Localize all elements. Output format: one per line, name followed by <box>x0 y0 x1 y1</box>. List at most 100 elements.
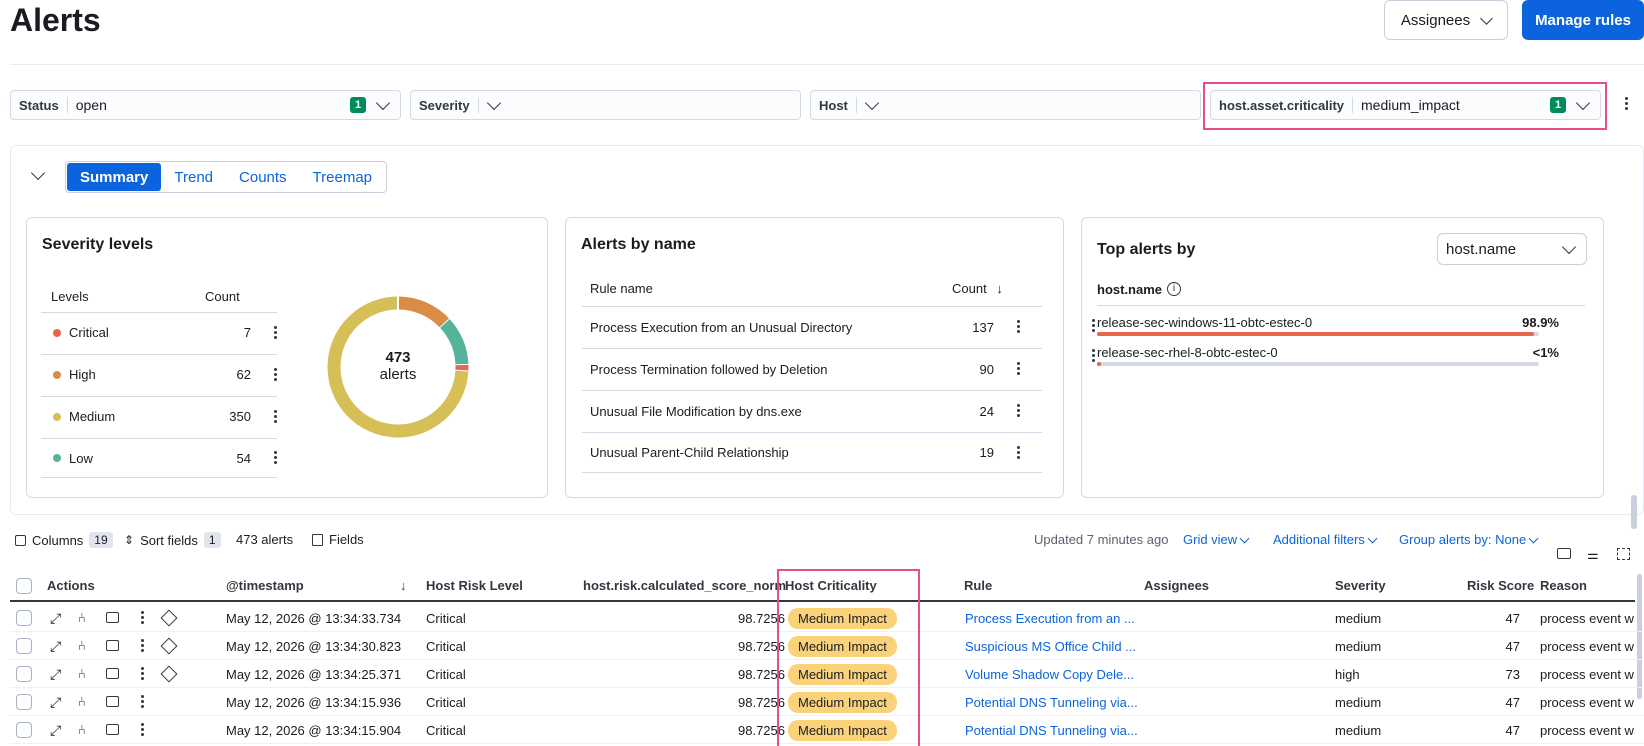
chevron-down-icon <box>486 95 501 111</box>
critical-dot <box>53 328 61 337</box>
cell-rule-link[interactable]: Potential DNS Tunneling via... <box>965 723 1138 738</box>
tab-counts[interactable]: Counts <box>226 163 300 191</box>
fields-icon <box>312 533 323 546</box>
session-cube-icon[interactable] <box>160 637 178 655</box>
comment-icon[interactable] <box>106 696 119 707</box>
cell-rule-link[interactable]: Volume Shadow Copy Dele... <box>965 667 1134 682</box>
header-timestamp[interactable]: @timestamp <box>226 578 304 593</box>
filter-criticality[interactable]: host.asset.criticality medium_impact 1 <box>1210 90 1601 120</box>
analyze-tree-icon[interactable]: ⑃ <box>78 694 86 709</box>
comment-icon[interactable] <box>106 668 119 679</box>
filter-severity[interactable]: Severity <box>410 90 801 120</box>
header-rule[interactable]: Rule <box>964 578 992 593</box>
chevron-down-icon <box>1561 239 1577 255</box>
col-count-label: Count <box>952 281 987 296</box>
header-host-risk[interactable]: Host Risk Level <box>426 578 523 593</box>
host-bar-fill <box>1097 332 1535 336</box>
rule-row[interactable]: Process Termination followed by Deletion… <box>582 348 1042 389</box>
table-density-icon[interactable] <box>1557 548 1571 559</box>
assignees-button[interactable]: Assignees <box>1384 0 1508 40</box>
session-cube-icon[interactable] <box>160 665 178 683</box>
rule-row[interactable]: Unusual File Modification by dns.exe 24 <box>582 390 1042 431</box>
more-icon[interactable] <box>273 451 277 465</box>
alerts-by-name-card: Alerts by name Rule name Count ↓ Process… <box>565 217 1637 529</box>
row-checkbox[interactable] <box>16 610 32 626</box>
analyze-tree-icon[interactable]: ⑃ <box>78 610 86 625</box>
more-icon[interactable] <box>1016 404 1020 418</box>
expand-icon[interactable]: ⤢ <box>50 610 61 627</box>
comment-icon[interactable] <box>106 724 119 735</box>
columns-icon <box>15 534 26 546</box>
top-alerts-select[interactable]: host.name <box>1437 233 1587 265</box>
analyze-tree-icon[interactable]: ⑃ <box>78 722 86 737</box>
settings-sliders-icon[interactable]: ⚌ <box>1587 547 1599 563</box>
header-reason[interactable]: Reason <box>1540 578 1587 593</box>
expand-icon[interactable]: ⤢ <box>50 666 61 683</box>
more-icon[interactable] <box>140 611 144 625</box>
cell-rule-link[interactable]: Potential DNS Tunneling via... <box>965 695 1138 710</box>
severity-row-low: Low 54 <box>41 438 277 478</box>
tab-trend[interactable]: Trend <box>161 163 226 191</box>
expand-icon[interactable]: ⤢ <box>50 722 61 739</box>
row-checkbox[interactable] <box>16 638 32 654</box>
grid-view-button[interactable]: Grid view <box>1183 532 1254 547</box>
host-pct: <1% <box>1532 345 1559 360</box>
additional-filters-button[interactable]: Additional filters <box>1273 532 1382 547</box>
tab-treemap[interactable]: Treemap <box>300 163 385 191</box>
analyze-tree-icon[interactable]: ⑃ <box>78 666 86 681</box>
more-icon[interactable] <box>1016 362 1020 376</box>
cell-risk: Critical <box>426 611 466 626</box>
header-risk-score[interactable]: Risk Score <box>1467 578 1534 593</box>
fullscreen-icon[interactable] <box>1617 548 1630 560</box>
col-rule-name: Rule name <box>590 281 653 296</box>
donut-center: 473 alerts <box>327 349 469 383</box>
more-icon[interactable] <box>273 409 277 424</box>
cell-reason: process event w <box>1540 611 1634 626</box>
scrollbar[interactable] <box>1631 495 1637 529</box>
group-by-button[interactable]: Group alerts by: None <box>1399 532 1543 547</box>
more-icon[interactable] <box>140 639 144 653</box>
rule-row[interactable]: Process Execution from an Unusual Direct… <box>582 306 1042 347</box>
expand-icon[interactable]: ⤢ <box>50 638 61 655</box>
more-icon[interactable] <box>273 367 277 382</box>
session-cube-icon[interactable] <box>160 609 178 627</box>
select-all-checkbox[interactable] <box>16 578 32 594</box>
header-assignees[interactable]: Assignees <box>1144 578 1209 593</box>
more-icon[interactable] <box>273 325 277 340</box>
more-icon[interactable] <box>140 695 144 709</box>
row-checkbox[interactable] <box>16 666 32 682</box>
manage-rules-button[interactable]: Manage rules <box>1522 0 1644 40</box>
high-dot <box>53 370 61 379</box>
col-count-sort[interactable]: Count ↓ <box>952 281 1003 296</box>
more-icon[interactable] <box>1091 319 1095 333</box>
more-icon[interactable] <box>1091 349 1095 363</box>
filter-host[interactable]: Host <box>810 90 1201 120</box>
more-icon[interactable] <box>1016 445 1020 460</box>
info-icon[interactable]: i <box>1167 282 1181 296</box>
header-severity[interactable]: Severity <box>1335 578 1386 593</box>
arrow-down-icon[interactable]: ↓ <box>400 578 407 593</box>
expand-icon[interactable]: ⤢ <box>50 694 61 711</box>
filter-status[interactable]: Status open 1 <box>10 90 401 120</box>
top-alert-row[interactable]: release-sec-windows-11-obtc-estec-0 98.9… <box>1092 315 1585 337</box>
more-icon[interactable] <box>140 723 144 737</box>
comment-icon[interactable] <box>106 640 119 651</box>
header-score[interactable]: host.risk.calculated_score_norm <box>583 578 786 593</box>
fields-button[interactable]: Fields <box>312 532 364 547</box>
cell-score: 98.7256 <box>738 639 785 654</box>
filters-more-button[interactable] <box>1624 97 1628 114</box>
comment-icon[interactable] <box>106 612 119 623</box>
rule-row[interactable]: Unusual Parent-Child Relationship 19 <box>582 432 1042 473</box>
donut-slice-high[interactable] <box>397 296 450 329</box>
cell-rule-link[interactable]: Suspicious MS Office Child ... <box>965 639 1136 654</box>
more-icon[interactable] <box>1016 320 1020 334</box>
tab-summary[interactable]: Summary <box>67 163 162 191</box>
row-checkbox[interactable] <box>16 694 32 710</box>
more-icon[interactable] <box>140 667 144 681</box>
sort-fields-button[interactable]: ⇕ Sort fields 1 <box>124 532 221 548</box>
analyze-tree-icon[interactable]: ⑃ <box>78 638 86 653</box>
columns-button[interactable]: Columns 19 <box>15 532 113 548</box>
top-alert-row[interactable]: release-sec-rhel-8-obtc-estec-0 <1% <box>1092 345 1585 367</box>
row-checkbox[interactable] <box>16 722 32 738</box>
cell-rule-link[interactable]: Process Execution from an ... <box>965 611 1135 626</box>
